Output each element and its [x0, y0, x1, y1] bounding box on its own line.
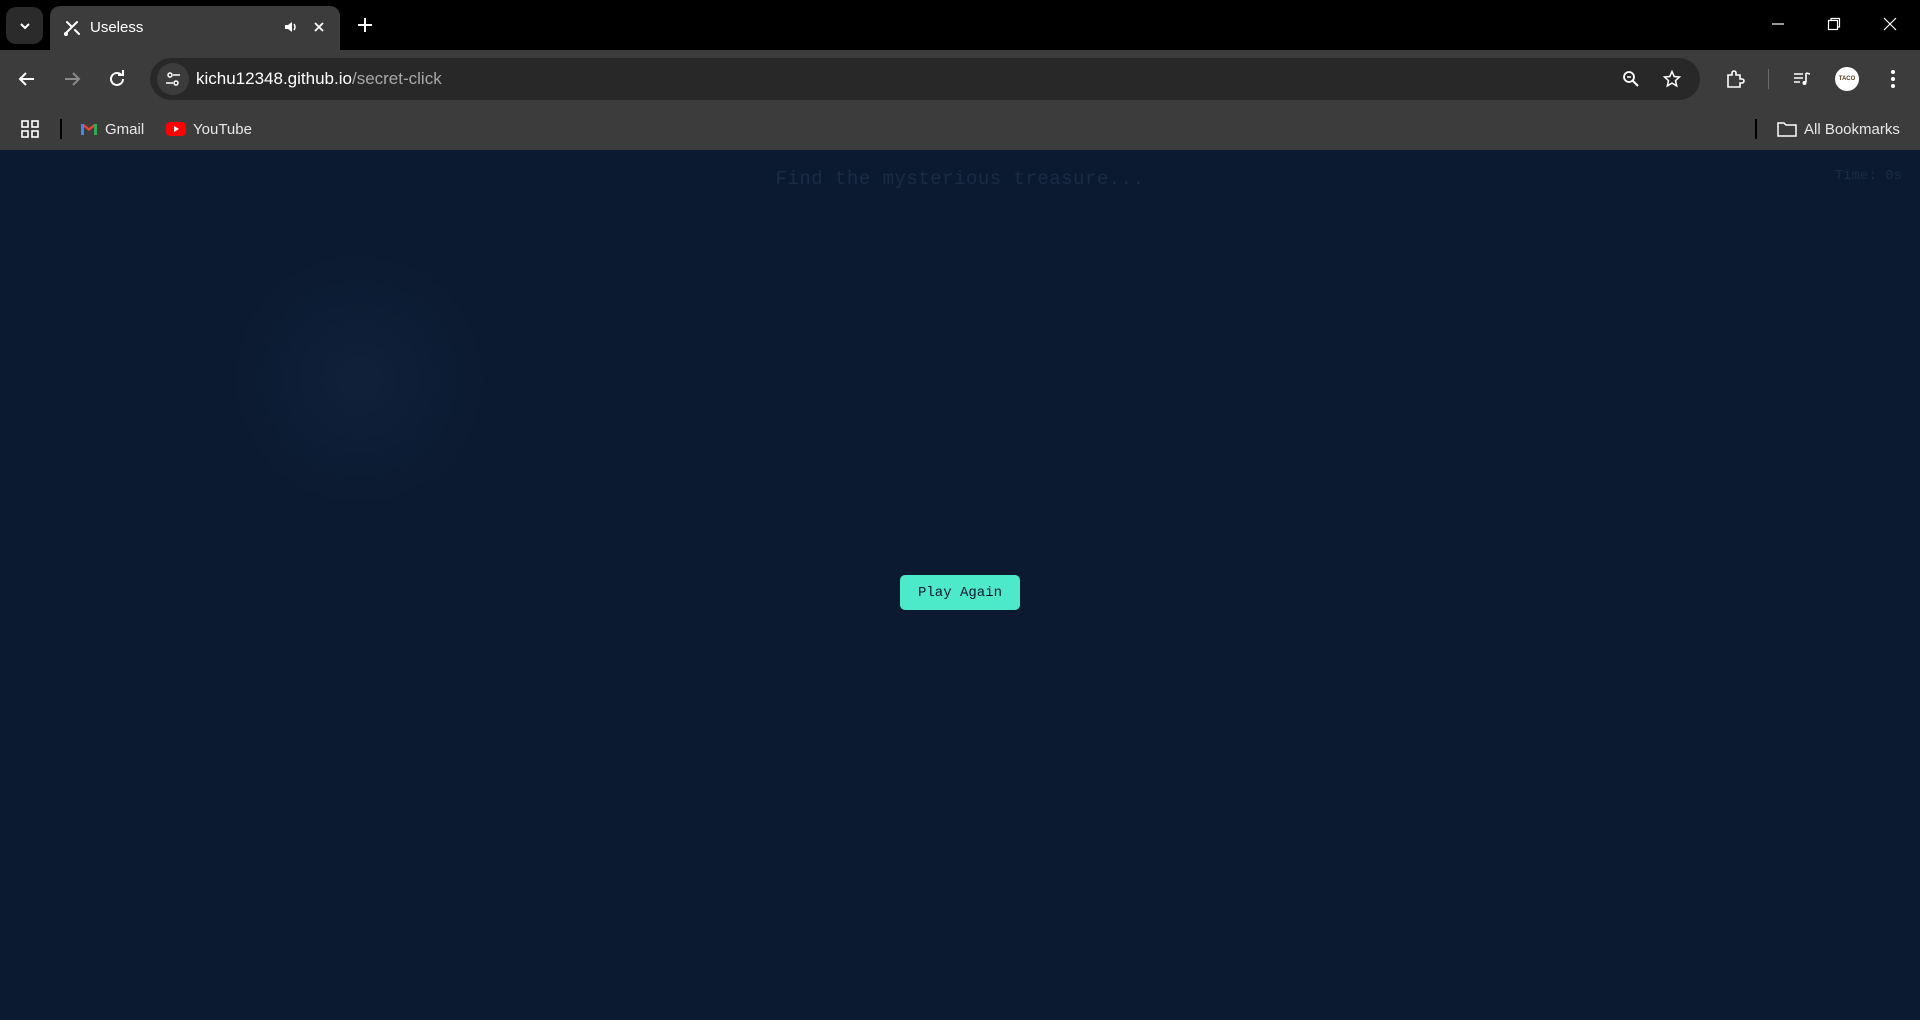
bookmark-youtube-label: YouTube	[193, 120, 252, 138]
apps-button[interactable]	[20, 116, 40, 142]
active-tab[interactable]: Useless	[50, 6, 340, 50]
restore-button[interactable]	[1806, 0, 1862, 48]
bookmark-youtube[interactable]: YouTube	[166, 116, 252, 142]
close-tab-icon[interactable]	[308, 16, 330, 38]
profile-button[interactable]: TACO	[1830, 62, 1864, 96]
media-control-icon[interactable]	[1785, 62, 1819, 96]
gmail-icon	[81, 124, 97, 135]
tab-strip: Useless	[0, 0, 1920, 50]
bookmarks-divider	[60, 119, 62, 139]
restore-icon	[1827, 17, 1841, 31]
arrow-left-icon	[18, 72, 34, 86]
browser-toolbar: kichu12348.github.io/secret-click TACO	[0, 50, 1920, 108]
tune-icon	[166, 72, 180, 86]
bookmark-gmail[interactable]: Gmail	[80, 116, 144, 142]
toolbar-divider	[1768, 69, 1769, 89]
folder-icon	[1777, 122, 1797, 137]
new-tab-button[interactable]	[352, 12, 378, 38]
hidden-treasure-area[interactable]	[236, 256, 482, 502]
all-bookmarks-label: All Bookmarks	[1804, 120, 1900, 138]
close-window-button[interactable]	[1862, 0, 1918, 48]
tab-title: Useless	[90, 19, 144, 36]
chevron-down-icon	[19, 22, 30, 29]
avatar: TACO	[1835, 67, 1859, 91]
play-again-button[interactable]: Play Again	[900, 575, 1020, 610]
scissors-favicon-icon	[64, 21, 80, 36]
menu-button[interactable]	[1876, 62, 1910, 96]
close-icon	[1883, 17, 1897, 31]
address-bar[interactable]: kichu12348.github.io/secret-click	[150, 58, 1700, 100]
plus-icon	[358, 18, 372, 32]
timer-text: Time: 0s	[1834, 168, 1902, 184]
game-page: Find the mysterious treasure... Time: 0s…	[0, 150, 1920, 1020]
speaker-icon[interactable]	[280, 16, 302, 38]
reload-icon	[110, 70, 124, 86]
url-text: kichu12348.github.io/secret-click	[196, 69, 442, 89]
bookmarks-divider-right	[1755, 119, 1757, 139]
tab-search-button[interactable]	[6, 7, 43, 44]
more-vert-icon	[1891, 70, 1895, 88]
arrow-right-icon	[65, 72, 81, 86]
extensions-icon[interactable]	[1718, 62, 1752, 96]
site-info-button[interactable]	[157, 63, 189, 95]
forward-button[interactable]	[55, 62, 89, 96]
youtube-icon	[166, 122, 186, 136]
bookmarks-bar: Gmail YouTube All Bookmarks	[0, 108, 1920, 150]
minimize-icon	[1772, 23, 1784, 25]
hint-text: Find the mysterious treasure...	[775, 168, 1145, 190]
url-host: kichu12348.github.io	[196, 69, 352, 88]
reload-button[interactable]	[100, 62, 134, 96]
bookmark-gmail-label: Gmail	[105, 120, 145, 138]
zoom-icon[interactable]	[1616, 64, 1646, 94]
apps-grid-icon	[21, 120, 39, 138]
back-button[interactable]	[10, 62, 44, 96]
url-path: /secret-click	[351, 69, 442, 88]
star-icon[interactable]	[1657, 64, 1687, 94]
all-bookmarks-button[interactable]: All Bookmarks	[1777, 116, 1900, 142]
minimize-button[interactable]	[1750, 0, 1806, 48]
